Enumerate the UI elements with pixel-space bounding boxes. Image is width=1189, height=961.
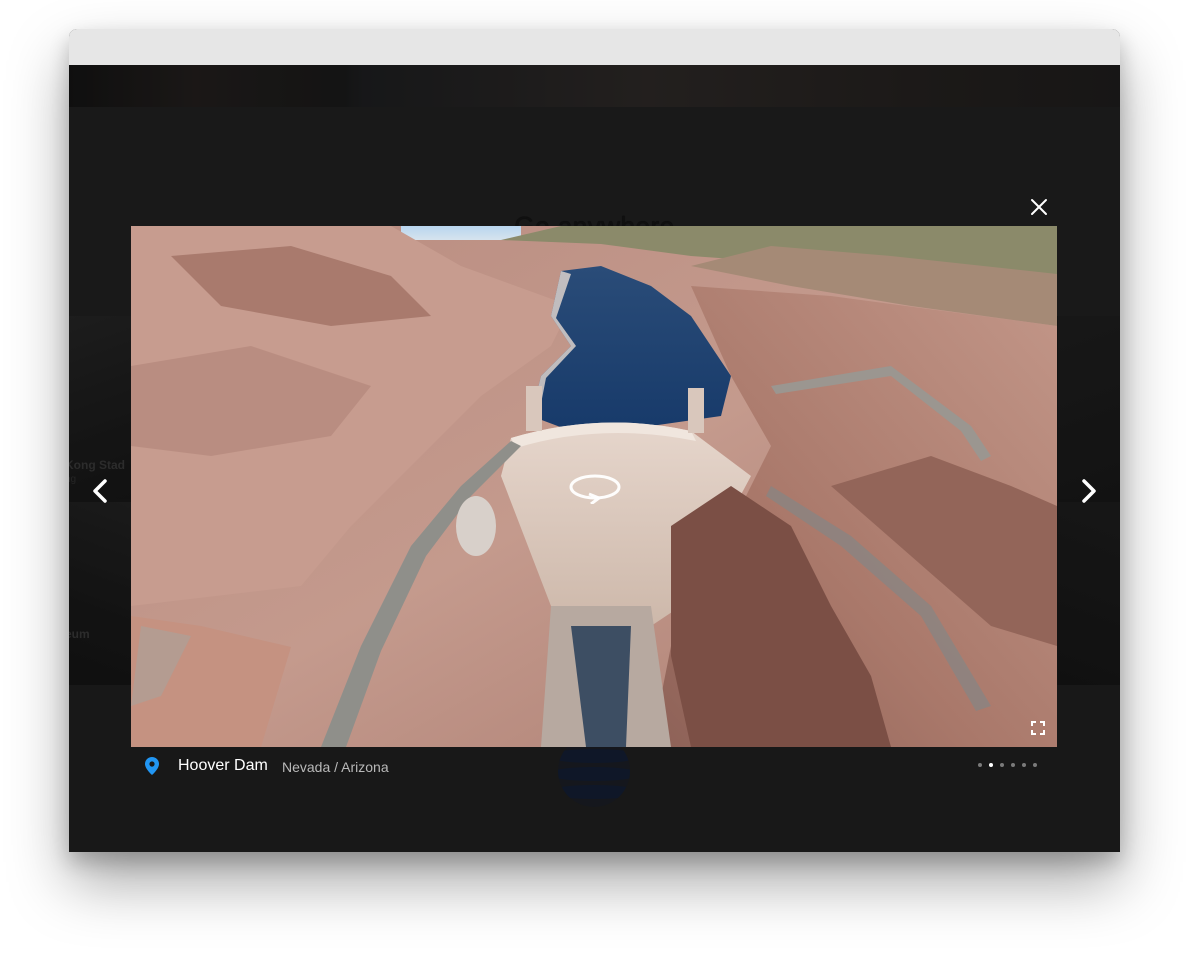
close-icon bbox=[1031, 199, 1047, 215]
rotate-360-icon bbox=[569, 474, 621, 504]
fullscreen-button[interactable] bbox=[1031, 721, 1045, 735]
pagination-dot[interactable] bbox=[1000, 763, 1004, 767]
chevron-left-icon bbox=[93, 479, 107, 503]
pagination-dots bbox=[978, 763, 1037, 767]
map-pin-icon bbox=[145, 757, 159, 775]
pagination-dot[interactable] bbox=[978, 763, 982, 767]
location-region: Nevada / Arizona bbox=[282, 759, 389, 775]
browser-window: Go anywhere Kong Stad ng eum bbox=[69, 29, 1120, 852]
fullscreen-icon bbox=[1031, 721, 1045, 735]
pagination-dot[interactable] bbox=[1033, 763, 1037, 767]
previous-button[interactable] bbox=[85, 471, 115, 511]
window-titlebar bbox=[69, 29, 1120, 65]
chevron-right-icon bbox=[1082, 479, 1096, 503]
pagination-dot[interactable] bbox=[1022, 763, 1026, 767]
close-button[interactable] bbox=[1027, 195, 1051, 219]
location-name: Hoover Dam bbox=[178, 757, 268, 774]
pagination-dot[interactable] bbox=[1011, 763, 1015, 767]
pagination-dot[interactable] bbox=[989, 763, 993, 767]
slideshow-image[interactable] bbox=[131, 226, 1057, 747]
slide-caption: Hoover Dam Nevada / Arizona bbox=[131, 753, 1057, 781]
lightbox-overlay: Hoover Dam Nevada / Arizona bbox=[69, 65, 1120, 852]
next-button[interactable] bbox=[1074, 471, 1104, 511]
